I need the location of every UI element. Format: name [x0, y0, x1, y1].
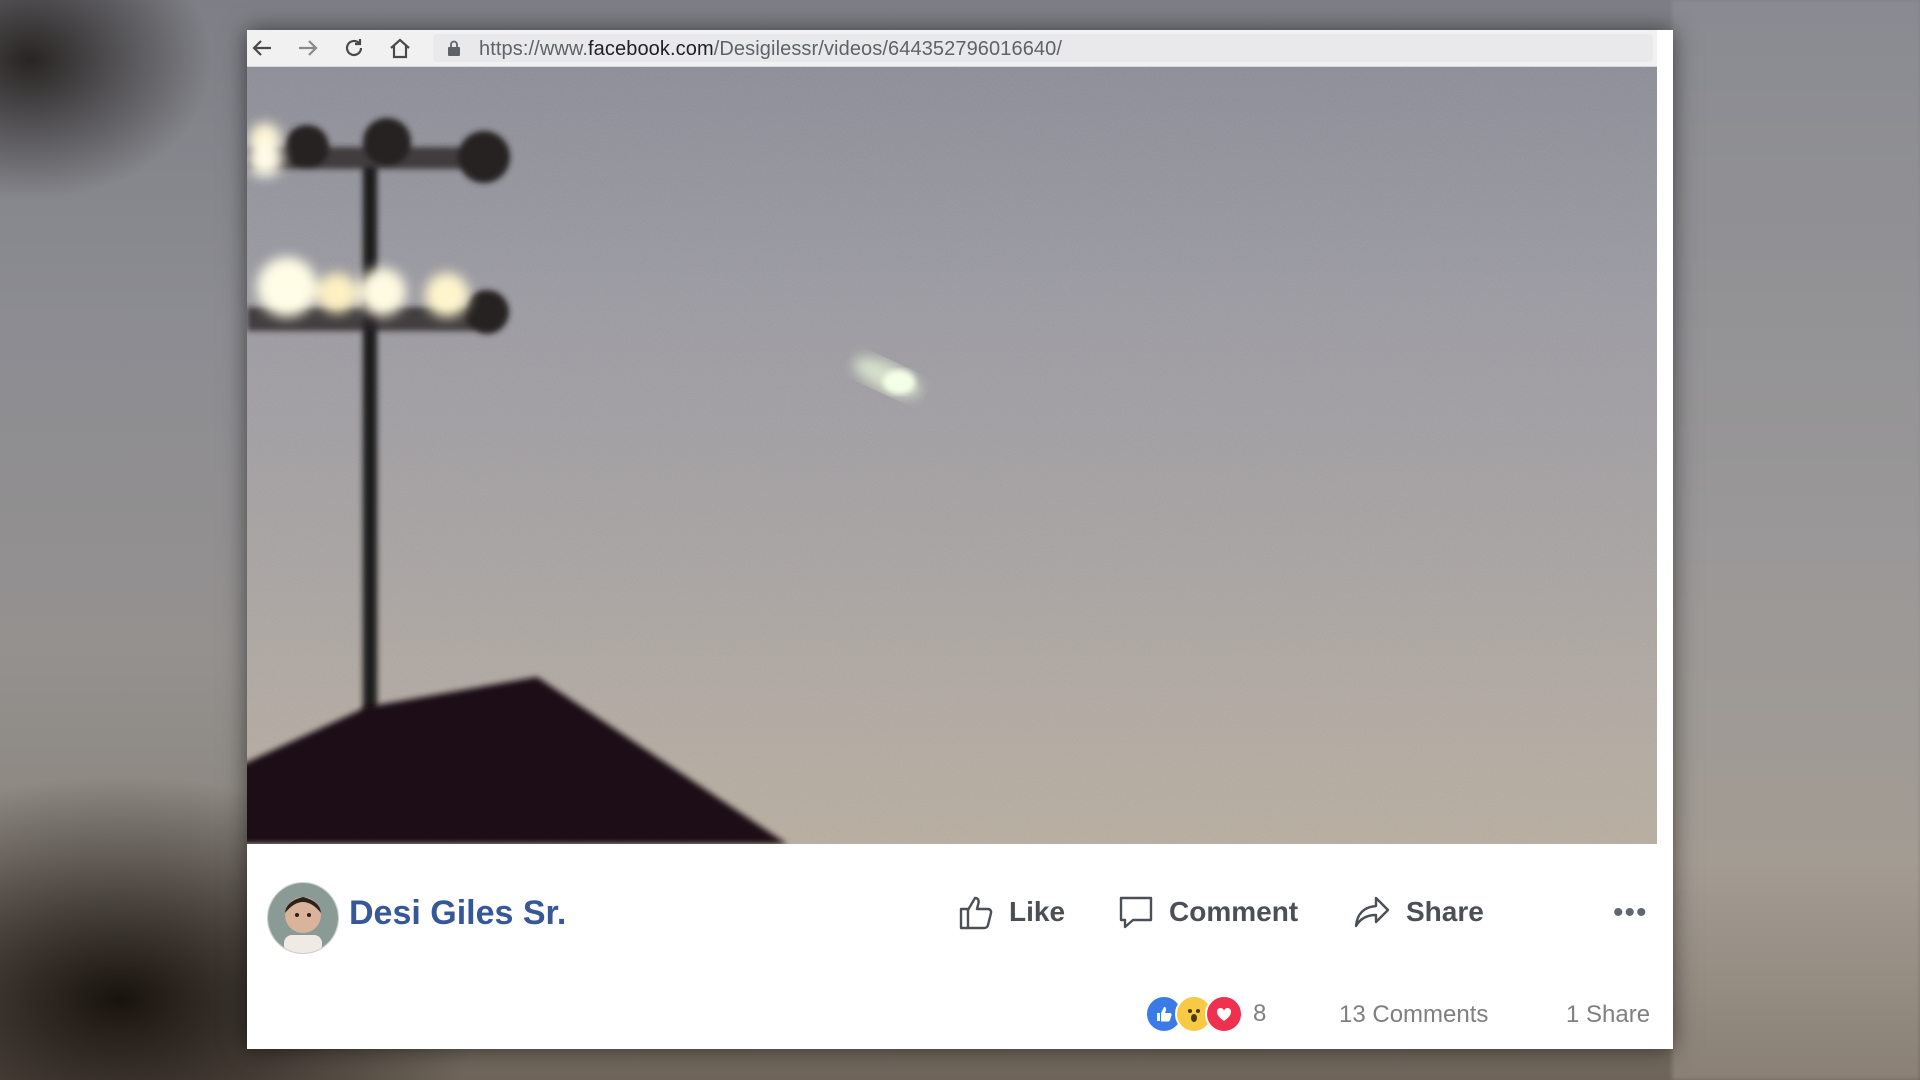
share-button[interactable]: Share [1352, 890, 1484, 934]
url-text[interactable]: https://www.facebook.com/Desigilessr/vid… [479, 38, 1062, 61]
share-arrow-icon [1354, 896, 1390, 928]
more-options-button[interactable]: ••• [1613, 896, 1648, 930]
avatar-image [268, 883, 338, 953]
address-bar[interactable]: https://www.facebook.com/Desigilessr/vid… [433, 34, 1653, 62]
back-button[interactable] [247, 34, 277, 62]
ellipsis-icon: ••• [1613, 896, 1648, 929]
arrow-right-icon [299, 40, 318, 56]
video-player[interactable] [247, 67, 1657, 844]
author-name[interactable]: Desi Giles Sr. [349, 894, 566, 933]
blurred-backdrop [1672, 0, 1920, 1080]
home-button[interactable] [385, 34, 415, 62]
comment-label: Comment [1169, 896, 1299, 927]
home-icon [390, 38, 410, 59]
avatar[interactable] [267, 882, 339, 954]
video-frame [247, 67, 1657, 844]
browser-toolbar: https://www.facebook.com/Desigilessr/vid… [247, 30, 1657, 67]
url-host: facebook.com [588, 38, 714, 60]
reload-button[interactable] [339, 34, 369, 62]
reload-icon [345, 39, 363, 57]
lock-icon [448, 40, 460, 56]
comments-count-link[interactable]: 13 Comments [1339, 1001, 1488, 1029]
reactions-summary[interactable]: 8 [1145, 994, 1266, 1034]
share-label: Share [1406, 896, 1484, 927]
comment-button[interactable]: Comment [1117, 890, 1298, 934]
post-footer: Desi Giles Sr. Like Comment Share ••• 8 … [247, 844, 1673, 1049]
like-button[interactable]: Like [957, 890, 1065, 934]
like-label: Like [1009, 896, 1066, 927]
forward-button[interactable] [293, 34, 323, 62]
reaction-count: 8 [1253, 1000, 1267, 1027]
love-reaction-icon [1205, 995, 1243, 1033]
url-path: /Desigilessr/videos/644352796016640/ [713, 38, 1063, 60]
browser-window: https://www.facebook.com/Desigilessr/vid… [247, 30, 1673, 1049]
arrow-left-icon [252, 40, 271, 56]
speech-bubble-icon [1119, 896, 1153, 929]
url-prefix: https://www. [479, 38, 589, 60]
shares-count-link[interactable]: 1 Share [1566, 1001, 1650, 1029]
thumbs-up-icon [959, 896, 993, 930]
